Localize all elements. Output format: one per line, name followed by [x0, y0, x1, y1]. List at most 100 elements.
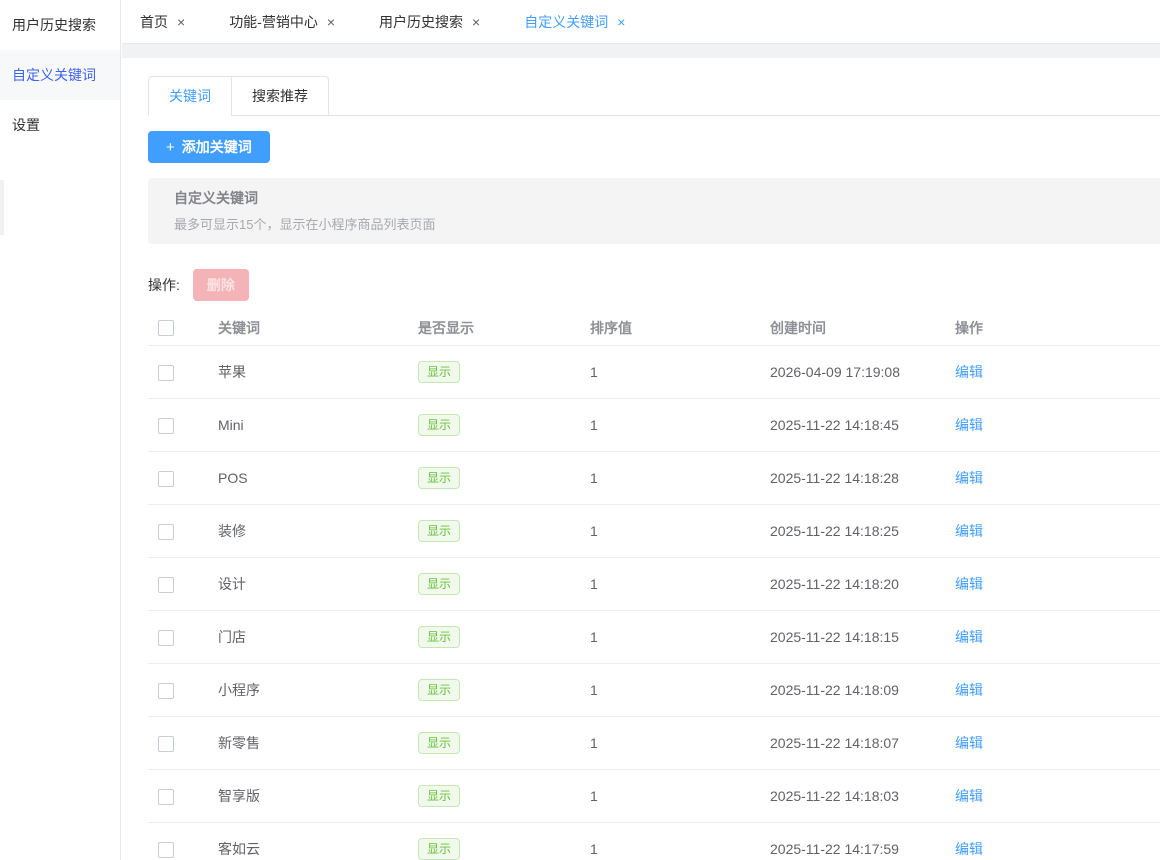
- visible-badge: 显示: [418, 679, 460, 701]
- visible-cell: 显示: [408, 361, 580, 383]
- content-card: 关键词搜索推荐 + 添加关键词 自定义关键词 最多可显示15个，显示在小程序商品…: [122, 58, 1160, 860]
- row-checkbox[interactable]: [158, 789, 174, 805]
- keyword-cell: 苹果: [208, 362, 408, 382]
- row-checkbox[interactable]: [158, 630, 174, 646]
- topbar-tab-label: 自定义关键词: [524, 12, 608, 32]
- created-cell: 2025-11-22 14:18:15: [760, 629, 945, 645]
- keywords-table: 关键词是否显示排序值创建时间操作 苹果显示12026-04-09 17:19:0…: [148, 310, 1160, 860]
- created-cell: 2025-11-22 14:18:45: [760, 417, 945, 433]
- keyword-cell: 新零售: [208, 733, 408, 753]
- close-icon[interactable]: ×: [617, 15, 625, 29]
- visible-cell: 显示: [408, 838, 580, 860]
- row-checkbox[interactable]: [158, 418, 174, 434]
- visible-badge: 显示: [418, 785, 460, 807]
- edit-link[interactable]: 编辑: [955, 417, 983, 433]
- created-cell: 2025-11-22 14:18:28: [760, 470, 945, 486]
- table-row: 设计显示12025-11-22 14:18:20编辑: [148, 558, 1160, 611]
- content-tab-0[interactable]: 关键词: [148, 76, 231, 116]
- visible-cell: 显示: [408, 573, 580, 595]
- edit-link[interactable]: 编辑: [955, 470, 983, 486]
- row-checkbox[interactable]: [158, 683, 174, 699]
- row-checkbox-cell: [148, 363, 208, 380]
- created-cell: 2025-11-22 14:17:59: [760, 841, 945, 857]
- visible-cell: 显示: [408, 785, 580, 807]
- close-icon[interactable]: ×: [327, 15, 335, 29]
- sort-cell: 1: [580, 470, 760, 486]
- notice-description: 最多可显示15个，显示在小程序商品列表页面: [174, 214, 1160, 233]
- action-cell: 编辑: [945, 786, 1160, 806]
- content-tab-1[interactable]: 搜索推荐: [231, 76, 329, 116]
- action-cell: 编辑: [945, 627, 1160, 647]
- row-checkbox-cell: [148, 734, 208, 751]
- action-cell: 编辑: [945, 362, 1160, 382]
- action-cell: 编辑: [945, 415, 1160, 435]
- sort-cell: 1: [580, 417, 760, 433]
- table-row: 门店显示12025-11-22 14:18:15编辑: [148, 611, 1160, 664]
- row-checkbox-cell: [148, 787, 208, 804]
- keyword-cell: 门店: [208, 627, 408, 647]
- notice-title: 自定义关键词: [174, 188, 1160, 208]
- select-all-checkbox[interactable]: [158, 320, 174, 336]
- table-row: 苹果显示12026-04-09 17:19:08编辑: [148, 346, 1160, 399]
- keyword-cell: 小程序: [208, 680, 408, 700]
- content-tabs: 关键词搜索推荐: [148, 76, 1160, 116]
- visible-badge: 显示: [418, 520, 460, 542]
- row-checkbox-cell: [148, 575, 208, 592]
- visible-cell: 显示: [408, 732, 580, 754]
- sort-cell: 1: [580, 576, 760, 592]
- sidebar-item-1[interactable]: 自定义关键词: [0, 50, 120, 100]
- table-row: 小程序显示12025-11-22 14:18:09编辑: [148, 664, 1160, 717]
- topbar-tab-1[interactable]: 功能-营销中心×: [229, 12, 335, 32]
- column-header-5: 操作: [945, 318, 1160, 338]
- row-checkbox[interactable]: [158, 842, 174, 858]
- row-checkbox-cell: [148, 628, 208, 645]
- delete-button[interactable]: 删除: [193, 269, 249, 301]
- close-icon[interactable]: ×: [472, 15, 480, 29]
- action-cell: 编辑: [945, 521, 1160, 541]
- keyword-cell: 装修: [208, 521, 408, 541]
- topbar-tab-0[interactable]: 首页×: [140, 12, 185, 32]
- edit-link[interactable]: 编辑: [955, 523, 983, 539]
- edit-link[interactable]: 编辑: [955, 735, 983, 751]
- row-checkbox-cell: [148, 416, 208, 433]
- created-cell: 2025-11-22 14:18:25: [760, 523, 945, 539]
- row-checkbox[interactable]: [158, 736, 174, 752]
- add-keyword-button[interactable]: + 添加关键词: [148, 131, 270, 163]
- edit-link[interactable]: 编辑: [955, 629, 983, 645]
- close-icon[interactable]: ×: [177, 15, 185, 29]
- row-checkbox[interactable]: [158, 365, 174, 381]
- visible-badge: 显示: [418, 361, 460, 383]
- sidebar-menu: 用户历史搜索自定义关键词设置: [0, 0, 120, 150]
- edit-link[interactable]: 编辑: [955, 364, 983, 380]
- visible-cell: 显示: [408, 414, 580, 436]
- visible-badge: 显示: [418, 414, 460, 436]
- edit-link[interactable]: 编辑: [955, 788, 983, 804]
- keyword-cell: Mini: [208, 417, 408, 433]
- created-cell: 2025-11-22 14:18:20: [760, 576, 945, 592]
- edit-link[interactable]: 编辑: [955, 841, 983, 857]
- action-cell: 编辑: [945, 680, 1160, 700]
- table-row: 新零售显示12025-11-22 14:18:07编辑: [148, 717, 1160, 770]
- row-checkbox[interactable]: [158, 524, 174, 540]
- content-gap: [122, 44, 1160, 58]
- created-cell: 2025-11-22 14:18:03: [760, 788, 945, 804]
- sidebar-item-2[interactable]: 设置: [0, 100, 120, 150]
- visible-badge: 显示: [418, 732, 460, 754]
- topbar-tab-3[interactable]: 自定义关键词 ×: [524, 12, 625, 32]
- created-cell: 2025-11-22 14:18:09: [760, 682, 945, 698]
- row-checkbox[interactable]: [158, 577, 174, 593]
- edit-link[interactable]: 编辑: [955, 576, 983, 592]
- sidebar-item-0[interactable]: 用户历史搜索: [0, 0, 120, 50]
- sort-cell: 1: [580, 841, 760, 857]
- visible-cell: 显示: [408, 679, 580, 701]
- row-checkbox[interactable]: [158, 471, 174, 487]
- sort-cell: 1: [580, 523, 760, 539]
- notice-box: 自定义关键词 最多可显示15个，显示在小程序商品列表页面: [148, 178, 1160, 244]
- sidebar-scrollbar: [0, 180, 4, 235]
- action-cell: 编辑: [945, 733, 1160, 753]
- sort-cell: 1: [580, 364, 760, 380]
- keyword-cell: POS: [208, 470, 408, 486]
- topbar-tab-2[interactable]: 用户历史搜索×: [379, 12, 480, 32]
- sidebar: 用户历史搜索自定义关键词设置: [0, 0, 121, 860]
- edit-link[interactable]: 编辑: [955, 682, 983, 698]
